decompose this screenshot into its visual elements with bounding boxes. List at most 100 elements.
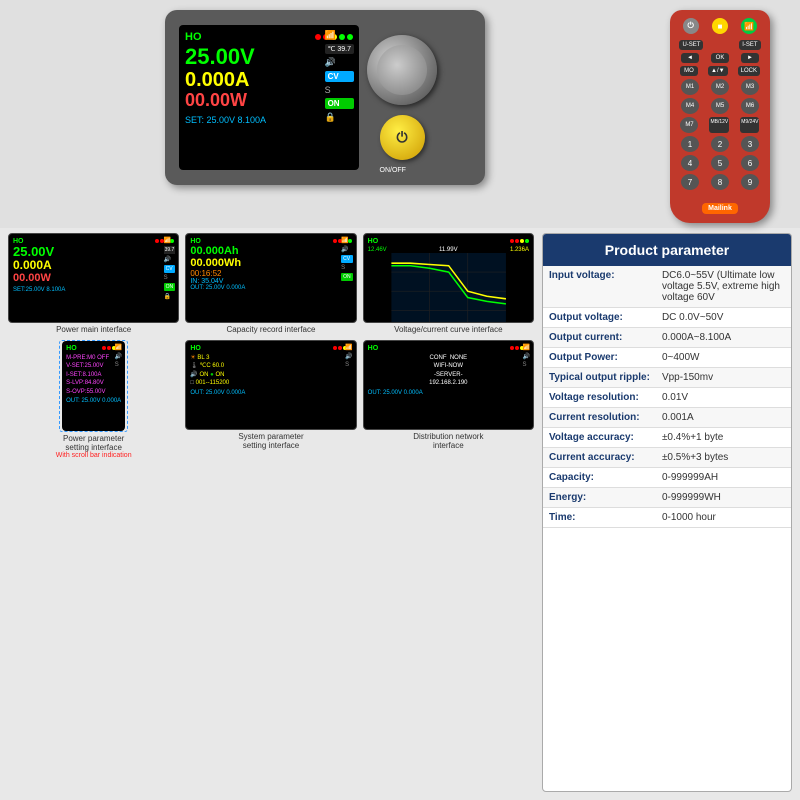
remote-m5-btn[interactable]: M5 bbox=[711, 98, 729, 114]
remote-lock-btn[interactable]: LOCK bbox=[738, 66, 760, 76]
remote-5-btn[interactable]: 5 bbox=[711, 155, 729, 171]
s5-header: HO bbox=[190, 345, 351, 352]
s4-s: S bbox=[115, 362, 122, 368]
scroll-bar-wrap: HO 📶 🔊 S bbox=[59, 340, 128, 432]
screen3-wrap: HO 12.46V 11.99V 1.236A bbox=[363, 233, 534, 334]
remote-mo-btn[interactable]: MO bbox=[680, 66, 698, 76]
s4-line4: S-LVP:84.80V bbox=[66, 379, 121, 387]
s1-lock: 🔒 bbox=[164, 293, 176, 300]
screens-row-top: HO 📶 39.7 🔊 CV bbox=[8, 233, 534, 334]
product-parameter-panel: Product parameter Input voltage:DC6.0~55… bbox=[542, 233, 792, 792]
s1-power: 00.00W bbox=[13, 272, 174, 284]
s2-wh: 00.000Wh bbox=[190, 257, 351, 269]
s2-s: S bbox=[341, 265, 353, 271]
param-row: Typical output ripple:Vpp-150mv bbox=[543, 368, 791, 388]
on-off-label: ON/OFF bbox=[380, 167, 406, 174]
remote-m7-btn[interactable]: M7 bbox=[680, 117, 698, 133]
param-row: Output voltage:DC 0.0V~50V bbox=[543, 308, 791, 328]
remote-iset-btn[interactable]: I-SET bbox=[739, 40, 760, 50]
remote-7-btn[interactable]: 7 bbox=[681, 174, 699, 190]
param-value: 0.001A bbox=[656, 408, 791, 428]
screens-row-bottom: HO 📶 🔊 S bbox=[8, 340, 534, 459]
s1-vol: 🔊 bbox=[164, 256, 176, 263]
s3-dot3 bbox=[520, 239, 524, 243]
s4-ho: HO bbox=[66, 345, 77, 352]
s4-right-icons: 📶 🔊 S bbox=[115, 344, 122, 368]
remote-m924-btn[interactable]: M9/24V bbox=[740, 117, 759, 133]
remote-logo-text: Mailink bbox=[702, 203, 738, 214]
remote-left-btn[interactable]: ◄ bbox=[681, 53, 699, 63]
s4-line1: M-PRE:M0 OFF bbox=[66, 354, 121, 362]
param-label: Current accuracy: bbox=[543, 448, 656, 468]
s2-ho: HO bbox=[190, 238, 201, 245]
power-icon: ⏻ bbox=[396, 129, 407, 146]
s1-label: Power main interface bbox=[56, 325, 131, 334]
s5-label: System parametersetting interface bbox=[238, 432, 303, 450]
param-label: Time: bbox=[543, 508, 656, 528]
remote-mb12-btn[interactable]: MB/12V bbox=[709, 117, 729, 133]
remote-ok-btn[interactable]: OK bbox=[711, 53, 729, 63]
s2-time: 00:16:52 bbox=[190, 269, 351, 278]
screen-side: 📶 ℃ 39.7 🔊 CV S ON 🔒 bbox=[325, 30, 354, 123]
remote-1-btn[interactable]: 1 bbox=[681, 136, 699, 152]
param-value: 0~400W bbox=[656, 348, 791, 368]
knob-inner bbox=[377, 45, 427, 95]
param-label: Voltage accuracy: bbox=[543, 428, 656, 448]
s6-s: S bbox=[523, 362, 530, 368]
power-button[interactable]: ⏻ bbox=[380, 115, 425, 160]
remote-9-btn[interactable]: 9 bbox=[741, 174, 759, 190]
param-row: Energy:0-999999WH bbox=[543, 488, 791, 508]
remote-power-btn[interactable]: ⏻ bbox=[683, 18, 699, 34]
remote-yellow-btn[interactable]: ■ bbox=[712, 18, 728, 34]
param-value: 0.000A~8.100A bbox=[656, 328, 791, 348]
remote-updown-btn[interactable]: ▲/▼ bbox=[708, 66, 728, 76]
param-value: ±0.4%+1 byte bbox=[656, 428, 791, 448]
s2-dot1 bbox=[333, 239, 337, 243]
remote-8-btn[interactable]: 8 bbox=[711, 174, 729, 190]
remote-m1-btn[interactable]: M1 bbox=[681, 79, 699, 95]
remote-right-btn[interactable]: ► bbox=[741, 53, 759, 63]
remote-m6-btn[interactable]: M6 bbox=[741, 98, 759, 114]
param-label: Output Power: bbox=[543, 348, 656, 368]
remote-m4-btn[interactable]: M4 bbox=[681, 98, 699, 114]
remote-3-btn[interactable]: 3 bbox=[741, 136, 759, 152]
s2-in: IN: 35.04V bbox=[190, 278, 351, 285]
remote-wifi-btn[interactable]: 📶 bbox=[741, 18, 757, 34]
remote-uset-btn[interactable]: U-SET bbox=[679, 40, 703, 50]
s5-lines: ☀ BL 3 🌡 ℃C 60.0 🔊 ON ● ON □ 001--115200 bbox=[190, 354, 351, 388]
screen1-power-main: HO 📶 39.7 🔊 CV bbox=[8, 233, 179, 323]
device: HO 📶 ℃ 39.7 🔊 CV bbox=[165, 10, 485, 185]
rotary-knob[interactable] bbox=[367, 35, 437, 105]
s1-cv: CV bbox=[164, 265, 176, 273]
cv-badge: CV bbox=[325, 71, 354, 82]
remote-2-btn[interactable]: 2 bbox=[711, 136, 729, 152]
s3-dots bbox=[510, 239, 529, 243]
s2-cv: CV bbox=[341, 255, 353, 263]
s2-ah: 00.000Ah bbox=[190, 245, 351, 257]
remote-4-btn[interactable]: 4 bbox=[681, 155, 699, 171]
s6-line3: -SERVER- bbox=[368, 371, 529, 379]
param-label: Output current: bbox=[543, 328, 656, 348]
s4-dot1 bbox=[102, 346, 106, 350]
param-value: Vpp-150mv bbox=[656, 368, 791, 388]
scroll-bar-note-text: With scroll bar indication bbox=[56, 452, 132, 459]
s4-line2: V-SET:25.00V bbox=[66, 362, 121, 370]
remote-6-btn[interactable]: 6 bbox=[741, 155, 759, 171]
remote-row-4-6: 4 5 6 bbox=[676, 155, 764, 171]
param-label: Energy: bbox=[543, 488, 656, 508]
s6-wifi: 📶 bbox=[523, 344, 530, 351]
screen5-sys-param: HO 📶 🔊 S bbox=[185, 340, 356, 430]
s6-dot2 bbox=[515, 346, 519, 350]
remote-logo: Mailink bbox=[676, 197, 764, 215]
remote-m3-btn[interactable]: M3 bbox=[741, 79, 759, 95]
product-parameter-table: Input voltage:DC6.0~55V (Ultimate low vo… bbox=[543, 266, 791, 528]
remote-row-7-9: 7 8 9 bbox=[676, 174, 764, 190]
s2-wifi: 📶 bbox=[341, 237, 353, 244]
bottom-section: HO 📶 39.7 🔊 CV bbox=[0, 228, 800, 800]
param-row: Voltage accuracy:±0.4%+1 byte bbox=[543, 428, 791, 448]
s3-dot4 bbox=[525, 239, 529, 243]
s3-ho: HO bbox=[368, 238, 379, 245]
param-label: Output voltage: bbox=[543, 308, 656, 328]
s4-line5: S-OVP:55.00V bbox=[66, 388, 121, 396]
remote-m2-btn[interactable]: M2 bbox=[711, 79, 729, 95]
